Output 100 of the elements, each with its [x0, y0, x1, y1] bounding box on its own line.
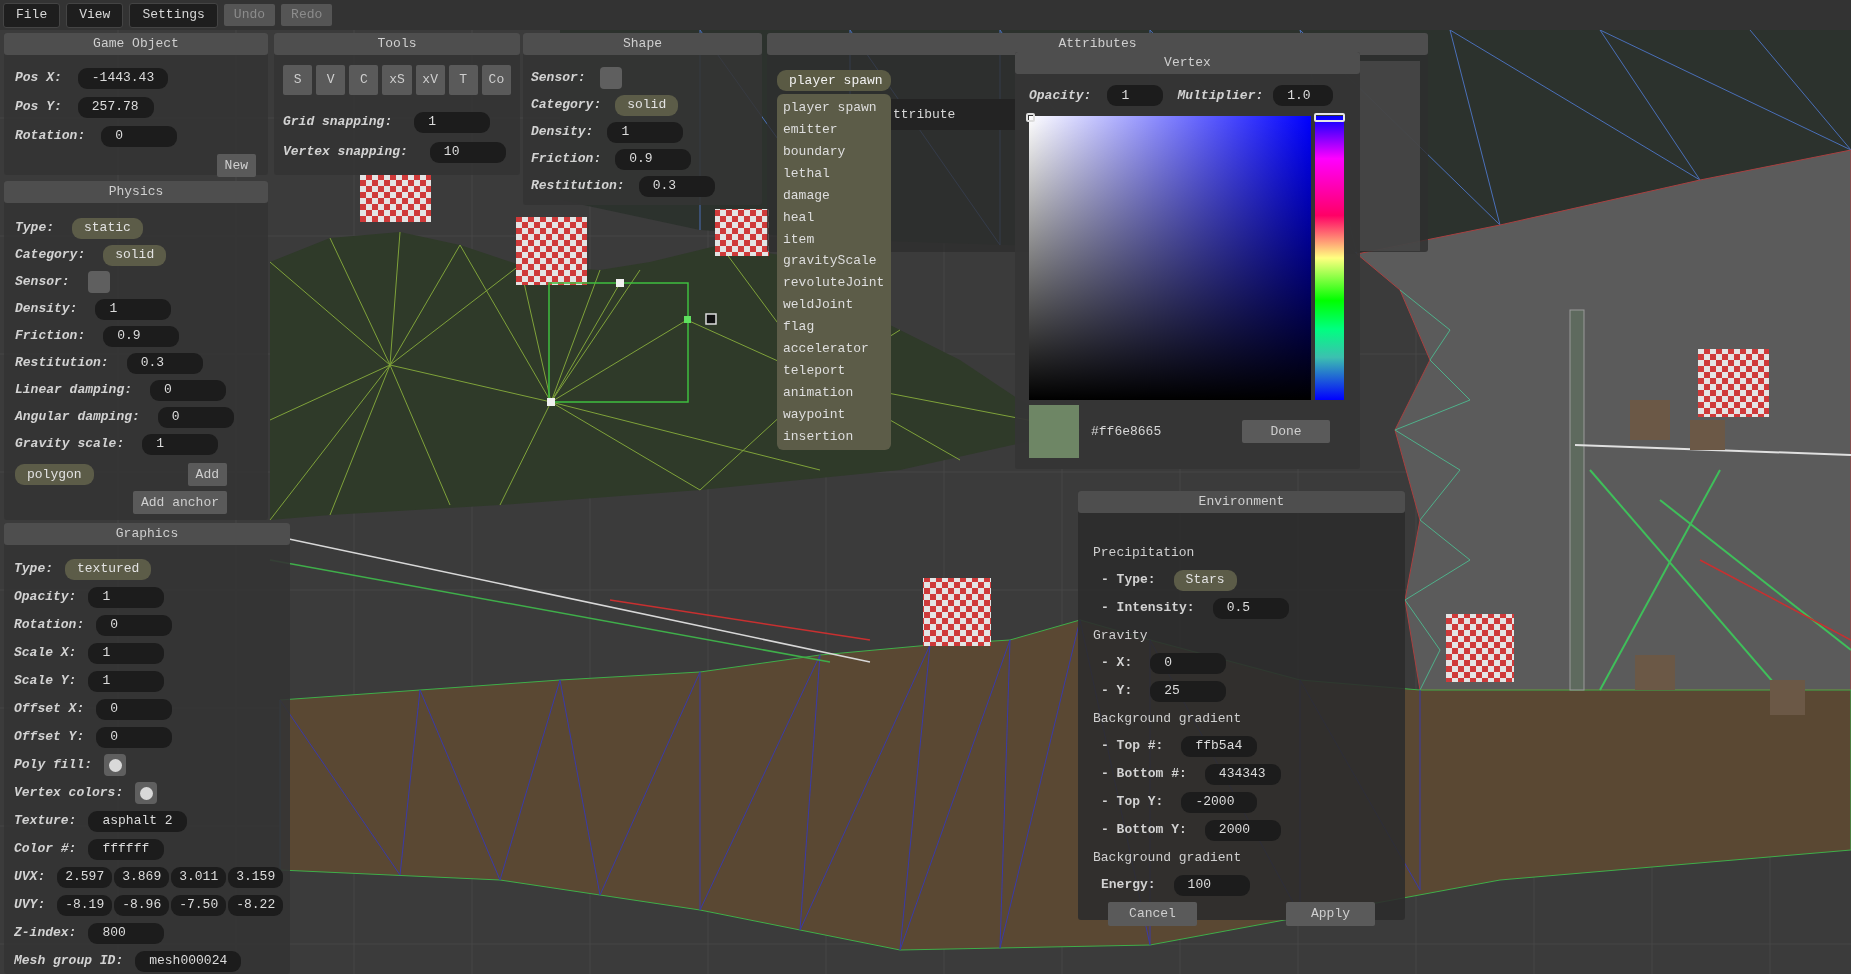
menu-button[interactable]: File [3, 2, 61, 28]
value-field[interactable]: 0.3 [638, 175, 715, 197]
tool-button[interactable]: V [316, 65, 346, 95]
value-field[interactable]: -7.50 [171, 894, 227, 916]
dropdown-option[interactable]: weldJoint [783, 294, 885, 316]
dropdown-option[interactable]: damage [783, 184, 885, 207]
value-field[interactable]: -8.22 [228, 894, 284, 916]
value-field[interactable]: 1 [88, 586, 165, 608]
dropdown-option[interactable]: revoluteJoint [783, 272, 885, 294]
panel-title: Environment [1078, 491, 1405, 513]
tool-button[interactable]: xV [415, 65, 445, 95]
select-dropdown[interactable]: player spawn [777, 70, 891, 91]
value-field[interactable]: 434343 [1204, 763, 1281, 785]
menu-button[interactable]: View [66, 2, 124, 28]
select-dropdown[interactable]: polygon [15, 464, 94, 485]
apply-button[interactable]: Apply [1286, 902, 1375, 926]
tool-button[interactable]: xS [382, 65, 412, 95]
value-field[interactable]: 0 [157, 406, 234, 428]
add-button[interactable]: Add [187, 463, 227, 486]
field-label: Color #: [14, 840, 77, 859]
select-dropdown[interactable]: Stars [1173, 569, 1237, 591]
field-label: Opacity: [1029, 86, 1092, 105]
value-field[interactable]: 100 [1173, 874, 1250, 896]
value-field[interactable]: 3.869 [114, 866, 170, 888]
hue-slider-handle[interactable] [1314, 113, 1345, 122]
value-field[interactable]: ffb5a4 [1181, 735, 1258, 757]
value-field[interactable]: 0 [96, 726, 173, 748]
field-label: Category: [531, 96, 602, 115]
value-field[interactable]: 1 [95, 298, 172, 320]
dropdown-option[interactable]: emitter [783, 118, 885, 141]
dropdown-option[interactable]: gravityScale [783, 250, 885, 273]
value-field[interactable]: 1 [607, 121, 684, 143]
value-field[interactable]: 0 [96, 614, 173, 636]
value-field[interactable]: 25 [1150, 680, 1227, 702]
value-field[interactable]: -8.96 [114, 894, 170, 916]
tool-button[interactable]: T [448, 65, 478, 95]
field-label: Energy: [1101, 876, 1156, 895]
value-field[interactable]: mesh000024 [135, 950, 242, 972]
field-label: - Y: [1101, 682, 1133, 701]
select-dropdown[interactable]: solid [615, 94, 679, 116]
dropdown-option[interactable]: teleport [783, 359, 885, 382]
value-field[interactable]: 2.597 [57, 866, 113, 888]
value-field[interactable]: 0.9 [103, 325, 180, 347]
value-field[interactable]: -1443.43 [77, 67, 169, 89]
checkbox[interactable] [104, 754, 126, 776]
tool-button[interactable]: S [283, 65, 313, 95]
dropdown-option[interactable]: player spawn [783, 97, 885, 119]
select-dropdown[interactable]: static [72, 217, 143, 239]
panel-title: Vertex [1015, 52, 1360, 74]
dropdown-option[interactable]: item [783, 228, 885, 251]
value-field[interactable]: -2000 [1181, 791, 1258, 813]
dropdown-option[interactable]: waypoint [783, 403, 885, 426]
color-picker-handle[interactable] [1026, 113, 1035, 122]
value-field[interactable]: 3.011 [171, 866, 227, 888]
value-field[interactable]: 10 [429, 141, 506, 163]
field-label: - Type: [1101, 571, 1156, 590]
checkbox[interactable] [599, 67, 622, 89]
select-dropdown[interactable]: textured [65, 558, 152, 580]
checkbox[interactable] [135, 782, 158, 804]
tool-button[interactable]: Co [481, 65, 511, 95]
value-field[interactable]: 0.5 [1212, 597, 1289, 619]
checkbox[interactable] [87, 271, 110, 293]
value-field[interactable]: 3.159 [228, 866, 284, 888]
dropdown-option[interactable]: boundary [783, 140, 885, 163]
done-button[interactable]: Done [1242, 420, 1330, 443]
dropdown-option[interactable]: insertion [783, 425, 885, 448]
value-field[interactable]: 1 [414, 111, 491, 133]
value-field[interactable]: ffffff [88, 838, 165, 860]
dropdown-option[interactable]: lethal [783, 162, 885, 185]
add-anchor-button[interactable]: Add anchor [133, 491, 227, 514]
value-field[interactable]: 1 [88, 670, 165, 692]
panel-title: Physics [4, 181, 268, 203]
dropdown-option[interactable]: heal [783, 206, 885, 229]
menu-button[interactable]: Settings [129, 2, 218, 28]
attribute-row[interactable]: ttribute [891, 99, 1015, 130]
value-field[interactable]: 0.3 [126, 352, 203, 374]
value-field[interactable]: 0.9 [615, 148, 692, 170]
value-field[interactable]: 1 [88, 642, 165, 664]
value-field[interactable]: -8.19 [57, 894, 113, 916]
dropdown-option[interactable]: flag [783, 315, 885, 338]
value-field[interactable]: asphalt 2 [88, 810, 187, 832]
value-field[interactable]: 0 [150, 379, 227, 401]
dropdown-option[interactable]: animation [783, 381, 885, 404]
value-field[interactable]: 0 [96, 698, 173, 720]
value-field[interactable]: 0 [1150, 652, 1227, 674]
value-field[interactable]: 2000 [1204, 819, 1281, 841]
hue-slider[interactable] [1315, 116, 1344, 400]
saturation-value-picker[interactable] [1029, 116, 1311, 400]
dropdown-option[interactable]: accelerator [783, 337, 885, 360]
value-field[interactable]: 0 [101, 125, 178, 147]
value-field[interactable]: 1.0 [1273, 85, 1334, 106]
value-field[interactable]: 800 [88, 922, 165, 944]
new-button[interactable]: New [216, 154, 256, 177]
select-dropdown[interactable]: solid [103, 244, 167, 266]
value-field[interactable]: 1 [142, 433, 219, 455]
tool-button[interactable]: C [349, 65, 379, 95]
value-field[interactable]: 257.78 [77, 96, 154, 118]
value-field[interactable]: 1 [1107, 85, 1164, 106]
cancel-button[interactable]: Cancel [1108, 902, 1197, 926]
field-label: Restitution: [15, 354, 109, 373]
